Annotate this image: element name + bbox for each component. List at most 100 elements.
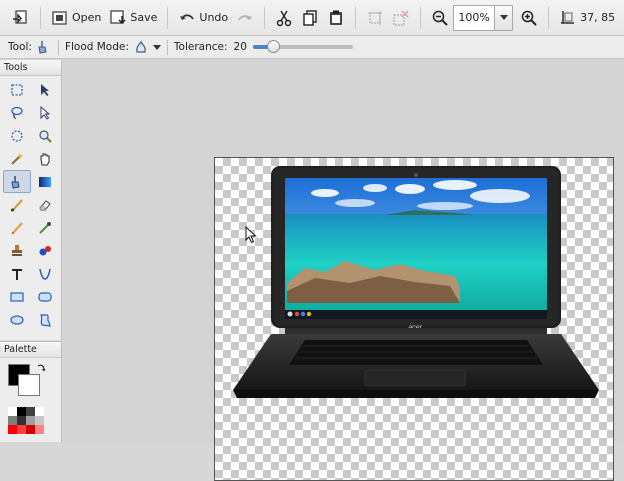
tool-paintbrush[interactable]	[3, 193, 31, 216]
options-separator	[166, 39, 168, 55]
tool-rounded-rectangle[interactable]	[31, 285, 59, 308]
tool-recolor[interactable]	[31, 239, 59, 262]
save-button[interactable]: Save	[105, 4, 161, 32]
zoom-in-icon	[521, 10, 537, 26]
palette-panel: Palette	[0, 341, 62, 442]
tool-move-selected[interactable]	[31, 78, 59, 101]
tool-grid	[0, 76, 61, 331]
color-swatch[interactable]	[35, 407, 44, 416]
tool-color-picker[interactable]	[31, 216, 59, 239]
tool-line-curve[interactable]	[31, 262, 59, 285]
laptop-image: acer	[233, 166, 599, 398]
lasso-select-icon	[11, 106, 23, 119]
line-curve-icon	[39, 268, 51, 280]
swap-colors-icon[interactable]	[36, 363, 46, 373]
color-swatches	[8, 407, 44, 434]
tool-text[interactable]	[3, 262, 31, 285]
color-swatch[interactable]	[8, 407, 17, 416]
tool-gradient[interactable]	[31, 170, 59, 193]
image-canvas[interactable]: acer	[214, 157, 614, 481]
tolerance-slider-thumb[interactable]	[266, 40, 280, 53]
tools-panel: Tools	[0, 60, 62, 340]
tool-magic-wand[interactable]	[3, 147, 31, 170]
open-icon	[52, 10, 67, 25]
color-swatch[interactable]	[8, 416, 17, 425]
zoom-dropdown-button[interactable]	[495, 4, 514, 31]
color-picker-icon	[39, 221, 51, 234]
canvas-area[interactable]: acer	[63, 60, 624, 481]
undo-icon	[180, 13, 195, 20]
color-swatch[interactable]	[8, 425, 17, 434]
tool-ellipse-select[interactable]	[3, 124, 31, 147]
cut-button[interactable]	[271, 4, 297, 32]
move-selection-icon	[40, 105, 51, 120]
tool-zoom[interactable]	[31, 124, 59, 147]
zoom-out-icon	[432, 10, 448, 26]
tool-pan[interactable]	[31, 147, 59, 170]
redo-button[interactable]	[232, 4, 258, 32]
zoom-icon	[39, 129, 52, 143]
paste-button[interactable]	[323, 4, 349, 32]
color-swatch[interactable]	[26, 407, 35, 416]
paint-bucket-icon[interactable]	[36, 39, 52, 55]
tools-panel-title: Tools	[0, 60, 61, 76]
cursor-position: 37, 85	[555, 4, 619, 32]
rectangle-select-icon	[11, 83, 23, 96]
copy-icon	[303, 9, 317, 26]
color-swatch[interactable]	[17, 425, 26, 434]
zoom-input[interactable]: 100%	[453, 4, 496, 31]
tool-rectangle-select[interactable]	[3, 78, 31, 101]
copy-button[interactable]	[297, 4, 323, 32]
color-swatch[interactable]	[17, 416, 26, 425]
zoom-out-button[interactable]	[427, 4, 453, 32]
magic-wand-icon	[11, 152, 24, 165]
tool-lasso-select[interactable]	[3, 101, 31, 124]
flood-mode-icon[interactable]	[133, 39, 149, 55]
tool-freeform-shape[interactable]	[31, 308, 59, 331]
main-toolbar: Open Save Undo 100% 37, 85	[0, 0, 624, 36]
toolbar-separator	[40, 6, 41, 29]
flood-mode-dropdown-icon[interactable]	[152, 44, 161, 50]
color-swatch[interactable]	[35, 425, 44, 434]
crop-icon	[368, 10, 383, 25]
color-swatch[interactable]	[26, 425, 35, 434]
color-swatch[interactable]	[17, 407, 26, 416]
toolbar-separator	[264, 6, 266, 29]
new-image-icon	[13, 9, 27, 24]
tool-ellipse[interactable]	[3, 308, 31, 331]
new-image-button[interactable]	[8, 4, 34, 32]
options-separator	[57, 39, 59, 55]
undo-button[interactable]: Undo	[174, 4, 232, 32]
rectangle-icon	[10, 291, 24, 302]
paint-bucket-icon	[11, 175, 20, 189]
toolbar-separator	[548, 6, 550, 29]
tolerance-slider[interactable]	[252, 40, 353, 53]
toolbar-separator	[420, 6, 422, 29]
scissors-icon	[276, 10, 292, 26]
tool-rectangle[interactable]	[3, 285, 31, 308]
crop-to-selection-button[interactable]	[362, 4, 388, 32]
paste-icon	[330, 10, 343, 25]
tool-pencil[interactable]	[3, 216, 31, 239]
tool-label: Tool:	[8, 41, 32, 53]
tool-eraser[interactable]	[31, 193, 59, 216]
undo-label: Undo	[199, 11, 229, 24]
tool-clone-stamp[interactable]	[3, 239, 31, 262]
secondary-color-swatch[interactable]	[18, 374, 40, 396]
tool-move-selection[interactable]	[31, 101, 59, 124]
open-button[interactable]: Open	[47, 4, 105, 32]
open-label: Open	[72, 11, 102, 24]
deselect-button[interactable]	[388, 4, 414, 32]
redo-icon	[238, 14, 253, 21]
deselect-icon	[393, 9, 409, 26]
color-swatch[interactable]	[26, 416, 35, 425]
color-swatch[interactable]	[35, 416, 44, 425]
tool-paint-bucket[interactable]	[3, 170, 31, 193]
rounded-rectangle-icon	[38, 291, 52, 302]
tool-options-bar: Tool: Flood Mode: Tolerance: 20	[0, 36, 624, 59]
save-label: Save	[130, 11, 158, 24]
tolerance-value: 20	[233, 41, 247, 53]
tolerance-label: Tolerance:	[173, 41, 228, 53]
freeform-shape-icon	[40, 313, 51, 327]
zoom-in-button[interactable]	[516, 4, 542, 32]
